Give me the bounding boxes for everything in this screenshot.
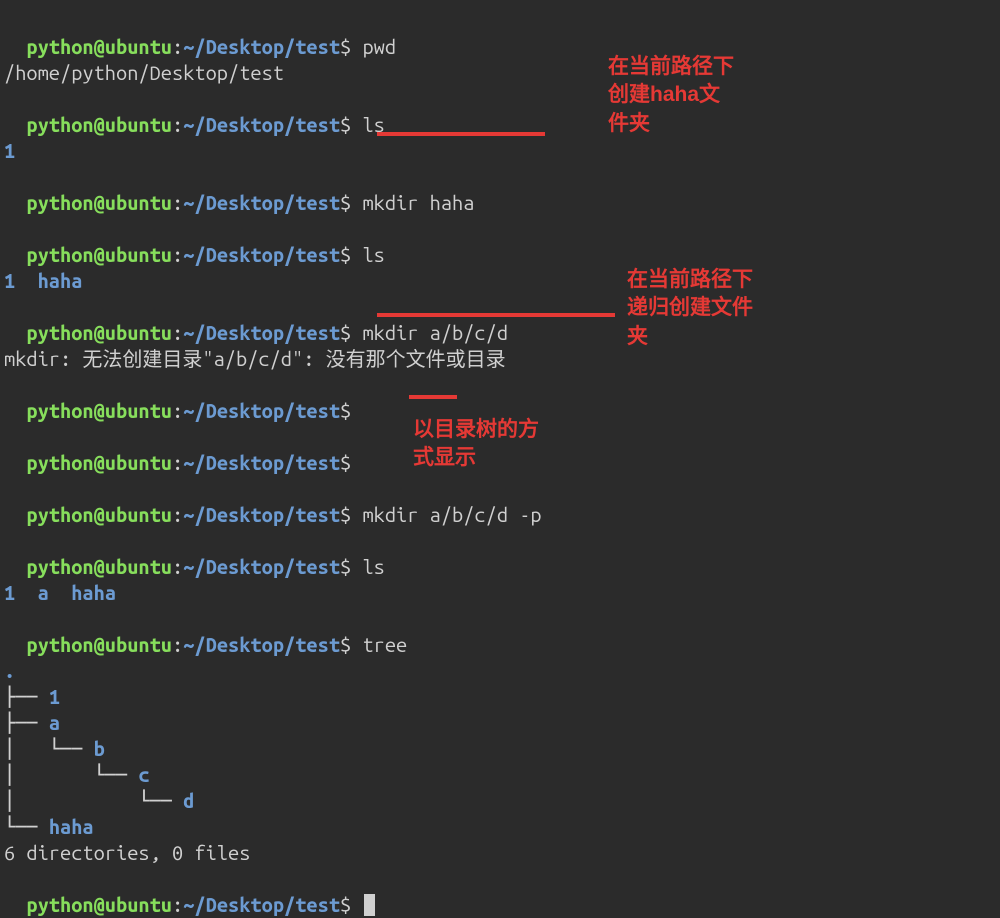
command-text: ls xyxy=(362,555,384,578)
command-text: mkdir a/b/c/d xyxy=(362,321,508,344)
terminal-line: python@ubuntu:~/Desktop/test$ tree xyxy=(4,606,1000,658)
command-text: pwd xyxy=(362,35,396,58)
prompt-user: python@ubuntu xyxy=(26,35,172,58)
tree-line: │ └── c xyxy=(4,762,1000,788)
dir-name: haha xyxy=(38,269,83,292)
annotation-text: 在当前路径下 创建haha文 件夹 xyxy=(608,53,734,138)
tree-line: ├── 1 xyxy=(4,684,1000,710)
prompt-sep: : xyxy=(172,35,183,58)
terminal-line: python@ubuntu:~/Desktop/test$ ls xyxy=(4,528,1000,580)
underline-marker xyxy=(377,132,545,136)
underline-marker xyxy=(377,313,615,317)
dir-name: 1 xyxy=(4,139,15,162)
dir-name: haha xyxy=(71,581,116,604)
output-line: /home/python/Desktop/test xyxy=(4,60,1000,86)
tree-dot: . xyxy=(4,658,1000,684)
prompt-dollar: $ xyxy=(340,35,362,58)
prompt-path: ~/Desktop/test xyxy=(183,113,340,136)
terminal-line: python@ubuntu:~/Desktop/test$ mkdir a/b/… xyxy=(4,476,1000,528)
dir-name: 1 xyxy=(4,581,38,604)
dir-name: haha xyxy=(49,815,94,838)
dir-name: 1 xyxy=(49,685,60,708)
dir-name: c xyxy=(138,763,149,786)
output-line: 1 a haha xyxy=(4,580,1000,606)
terminal-line: python@ubuntu:~/Desktop/test$ ls xyxy=(4,216,1000,268)
output-line: 1 haha xyxy=(4,268,1000,294)
terminal-line: python@ubuntu:~/Desktop/test$ mkdir haha xyxy=(4,164,1000,216)
tree-line: │ └── b xyxy=(4,736,1000,762)
dir-name: d xyxy=(183,789,194,812)
command-text: mkdir haha xyxy=(362,191,474,214)
output-line: mkdir: 无法创建目录"a/b/c/d": 没有那个文件或目录 xyxy=(4,346,1000,372)
underline-marker xyxy=(409,395,457,399)
dir-name: 1 xyxy=(4,269,38,292)
annotation-text: 以目录树的方 式显示 xyxy=(413,416,539,473)
command-text: tree xyxy=(362,633,407,656)
command-text: mkdir a/b/c/d -p xyxy=(362,503,541,526)
dir-name: b xyxy=(94,737,105,760)
terminal-line[interactable]: python@ubuntu:~/Desktop/test$ xyxy=(4,866,1000,918)
tree-line: └── haha xyxy=(4,814,1000,840)
cursor-icon xyxy=(364,894,375,916)
terminal-line: python@ubuntu:~/Desktop/test$ mkdir a/b/… xyxy=(4,294,1000,346)
tree-line: ├── a xyxy=(4,710,1000,736)
terminal-line: python@ubuntu:~/Desktop/test$ pwd xyxy=(4,8,1000,60)
prompt-path: ~/Desktop/test xyxy=(183,35,340,58)
prompt-user: python@ubuntu xyxy=(26,113,172,136)
command-text: ls xyxy=(362,243,384,266)
tree-line: │ └── d xyxy=(4,788,1000,814)
dir-name: a xyxy=(38,581,72,604)
tree-summary: 6 directories, 0 files xyxy=(4,840,1000,866)
output-line: 1 xyxy=(4,138,1000,164)
dir-name: a xyxy=(49,711,60,734)
annotation-text: 在当前路径下 递归创建文件 夹 xyxy=(627,266,753,351)
terminal-line: python@ubuntu:~/Desktop/test$ ls xyxy=(4,86,1000,138)
